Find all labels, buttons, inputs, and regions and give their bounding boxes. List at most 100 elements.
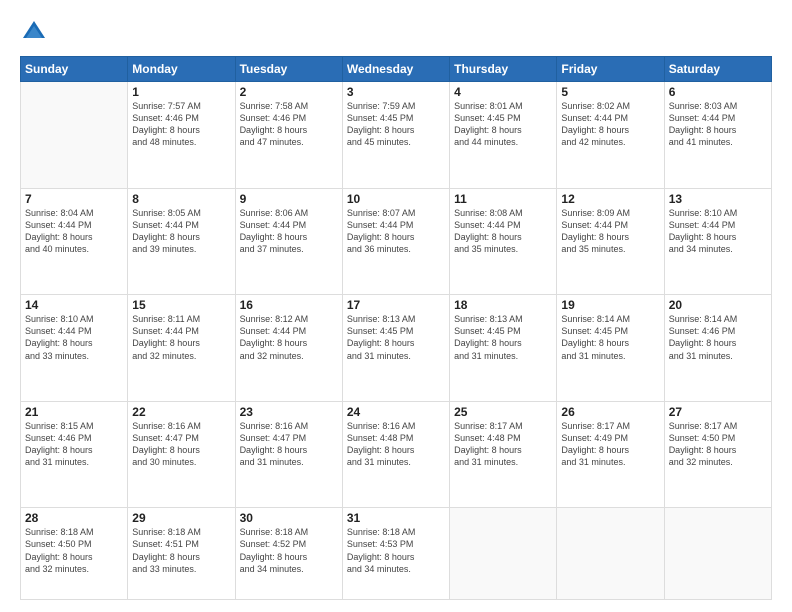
day-number: 26 [561, 405, 659, 419]
day-number: 4 [454, 85, 552, 99]
day-info: Sunrise: 8:18 AM Sunset: 4:53 PM Dayligh… [347, 526, 445, 575]
calendar-cell [21, 82, 128, 189]
calendar-cell: 24Sunrise: 8:16 AM Sunset: 4:48 PM Dayli… [342, 401, 449, 508]
day-number: 6 [669, 85, 767, 99]
day-number: 16 [240, 298, 338, 312]
day-number: 27 [669, 405, 767, 419]
calendar-cell: 13Sunrise: 8:10 AM Sunset: 4:44 PM Dayli… [664, 188, 771, 295]
calendar-week-row: 14Sunrise: 8:10 AM Sunset: 4:44 PM Dayli… [21, 295, 772, 402]
calendar-cell [557, 508, 664, 600]
calendar-week-row: 7Sunrise: 8:04 AM Sunset: 4:44 PM Daylig… [21, 188, 772, 295]
day-number: 25 [454, 405, 552, 419]
day-info: Sunrise: 8:11 AM Sunset: 4:44 PM Dayligh… [132, 313, 230, 362]
day-number: 14 [25, 298, 123, 312]
calendar-cell: 18Sunrise: 8:13 AM Sunset: 4:45 PM Dayli… [450, 295, 557, 402]
day-info: Sunrise: 8:12 AM Sunset: 4:44 PM Dayligh… [240, 313, 338, 362]
calendar-week-row: 21Sunrise: 8:15 AM Sunset: 4:46 PM Dayli… [21, 401, 772, 508]
day-header-friday: Friday [557, 57, 664, 82]
day-info: Sunrise: 8:03 AM Sunset: 4:44 PM Dayligh… [669, 100, 767, 149]
day-number: 30 [240, 511, 338, 525]
day-number: 8 [132, 192, 230, 206]
day-info: Sunrise: 8:06 AM Sunset: 4:44 PM Dayligh… [240, 207, 338, 256]
day-number: 15 [132, 298, 230, 312]
day-info: Sunrise: 8:18 AM Sunset: 4:52 PM Dayligh… [240, 526, 338, 575]
day-info: Sunrise: 8:04 AM Sunset: 4:44 PM Dayligh… [25, 207, 123, 256]
logo-icon [20, 18, 48, 46]
day-info: Sunrise: 8:13 AM Sunset: 4:45 PM Dayligh… [454, 313, 552, 362]
day-info: Sunrise: 8:01 AM Sunset: 4:45 PM Dayligh… [454, 100, 552, 149]
day-number: 5 [561, 85, 659, 99]
day-info: Sunrise: 7:58 AM Sunset: 4:46 PM Dayligh… [240, 100, 338, 149]
day-info: Sunrise: 8:17 AM Sunset: 4:50 PM Dayligh… [669, 420, 767, 469]
day-header-tuesday: Tuesday [235, 57, 342, 82]
day-info: Sunrise: 8:18 AM Sunset: 4:50 PM Dayligh… [25, 526, 123, 575]
page: SundayMondayTuesdayWednesdayThursdayFrid… [0, 0, 792, 612]
calendar-cell: 8Sunrise: 8:05 AM Sunset: 4:44 PM Daylig… [128, 188, 235, 295]
day-number: 17 [347, 298, 445, 312]
calendar-table: SundayMondayTuesdayWednesdayThursdayFrid… [20, 56, 772, 600]
calendar-cell: 3Sunrise: 7:59 AM Sunset: 4:45 PM Daylig… [342, 82, 449, 189]
day-info: Sunrise: 8:07 AM Sunset: 4:44 PM Dayligh… [347, 207, 445, 256]
calendar-cell: 6Sunrise: 8:03 AM Sunset: 4:44 PM Daylig… [664, 82, 771, 189]
day-number: 29 [132, 511, 230, 525]
calendar-cell: 15Sunrise: 8:11 AM Sunset: 4:44 PM Dayli… [128, 295, 235, 402]
day-info: Sunrise: 7:59 AM Sunset: 4:45 PM Dayligh… [347, 100, 445, 149]
day-info: Sunrise: 7:57 AM Sunset: 4:46 PM Dayligh… [132, 100, 230, 149]
calendar-cell: 11Sunrise: 8:08 AM Sunset: 4:44 PM Dayli… [450, 188, 557, 295]
day-number: 31 [347, 511, 445, 525]
calendar-cell: 17Sunrise: 8:13 AM Sunset: 4:45 PM Dayli… [342, 295, 449, 402]
day-info: Sunrise: 8:10 AM Sunset: 4:44 PM Dayligh… [669, 207, 767, 256]
day-number: 24 [347, 405, 445, 419]
calendar-cell: 10Sunrise: 8:07 AM Sunset: 4:44 PM Dayli… [342, 188, 449, 295]
day-info: Sunrise: 8:14 AM Sunset: 4:46 PM Dayligh… [669, 313, 767, 362]
day-header-sunday: Sunday [21, 57, 128, 82]
day-info: Sunrise: 8:16 AM Sunset: 4:47 PM Dayligh… [240, 420, 338, 469]
day-info: Sunrise: 8:16 AM Sunset: 4:47 PM Dayligh… [132, 420, 230, 469]
day-number: 21 [25, 405, 123, 419]
calendar-cell: 31Sunrise: 8:18 AM Sunset: 4:53 PM Dayli… [342, 508, 449, 600]
calendar-cell [664, 508, 771, 600]
day-info: Sunrise: 8:09 AM Sunset: 4:44 PM Dayligh… [561, 207, 659, 256]
calendar-cell: 9Sunrise: 8:06 AM Sunset: 4:44 PM Daylig… [235, 188, 342, 295]
calendar-cell: 20Sunrise: 8:14 AM Sunset: 4:46 PM Dayli… [664, 295, 771, 402]
calendar-header-row: SundayMondayTuesdayWednesdayThursdayFrid… [21, 57, 772, 82]
day-number: 3 [347, 85, 445, 99]
day-info: Sunrise: 8:02 AM Sunset: 4:44 PM Dayligh… [561, 100, 659, 149]
day-info: Sunrise: 8:05 AM Sunset: 4:44 PM Dayligh… [132, 207, 230, 256]
calendar-cell: 1Sunrise: 7:57 AM Sunset: 4:46 PM Daylig… [128, 82, 235, 189]
calendar-cell: 2Sunrise: 7:58 AM Sunset: 4:46 PM Daylig… [235, 82, 342, 189]
calendar-cell: 28Sunrise: 8:18 AM Sunset: 4:50 PM Dayli… [21, 508, 128, 600]
day-number: 10 [347, 192, 445, 206]
day-number: 7 [25, 192, 123, 206]
day-info: Sunrise: 8:15 AM Sunset: 4:46 PM Dayligh… [25, 420, 123, 469]
calendar-cell: 4Sunrise: 8:01 AM Sunset: 4:45 PM Daylig… [450, 82, 557, 189]
day-header-monday: Monday [128, 57, 235, 82]
calendar-cell [450, 508, 557, 600]
day-info: Sunrise: 8:13 AM Sunset: 4:45 PM Dayligh… [347, 313, 445, 362]
calendar-cell: 16Sunrise: 8:12 AM Sunset: 4:44 PM Dayli… [235, 295, 342, 402]
day-number: 28 [25, 511, 123, 525]
logo [20, 18, 52, 46]
calendar-cell: 26Sunrise: 8:17 AM Sunset: 4:49 PM Dayli… [557, 401, 664, 508]
calendar-cell: 27Sunrise: 8:17 AM Sunset: 4:50 PM Dayli… [664, 401, 771, 508]
day-number: 20 [669, 298, 767, 312]
calendar-cell: 21Sunrise: 8:15 AM Sunset: 4:46 PM Dayli… [21, 401, 128, 508]
calendar-cell: 29Sunrise: 8:18 AM Sunset: 4:51 PM Dayli… [128, 508, 235, 600]
day-header-saturday: Saturday [664, 57, 771, 82]
header [20, 18, 772, 46]
calendar-cell: 30Sunrise: 8:18 AM Sunset: 4:52 PM Dayli… [235, 508, 342, 600]
day-info: Sunrise: 8:10 AM Sunset: 4:44 PM Dayligh… [25, 313, 123, 362]
calendar-cell: 5Sunrise: 8:02 AM Sunset: 4:44 PM Daylig… [557, 82, 664, 189]
day-number: 9 [240, 192, 338, 206]
day-number: 19 [561, 298, 659, 312]
calendar-cell: 12Sunrise: 8:09 AM Sunset: 4:44 PM Dayli… [557, 188, 664, 295]
day-number: 2 [240, 85, 338, 99]
calendar-cell: 23Sunrise: 8:16 AM Sunset: 4:47 PM Dayli… [235, 401, 342, 508]
day-number: 12 [561, 192, 659, 206]
calendar-week-row: 28Sunrise: 8:18 AM Sunset: 4:50 PM Dayli… [21, 508, 772, 600]
day-number: 1 [132, 85, 230, 99]
day-number: 18 [454, 298, 552, 312]
day-header-thursday: Thursday [450, 57, 557, 82]
day-info: Sunrise: 8:17 AM Sunset: 4:48 PM Dayligh… [454, 420, 552, 469]
calendar-cell: 25Sunrise: 8:17 AM Sunset: 4:48 PM Dayli… [450, 401, 557, 508]
